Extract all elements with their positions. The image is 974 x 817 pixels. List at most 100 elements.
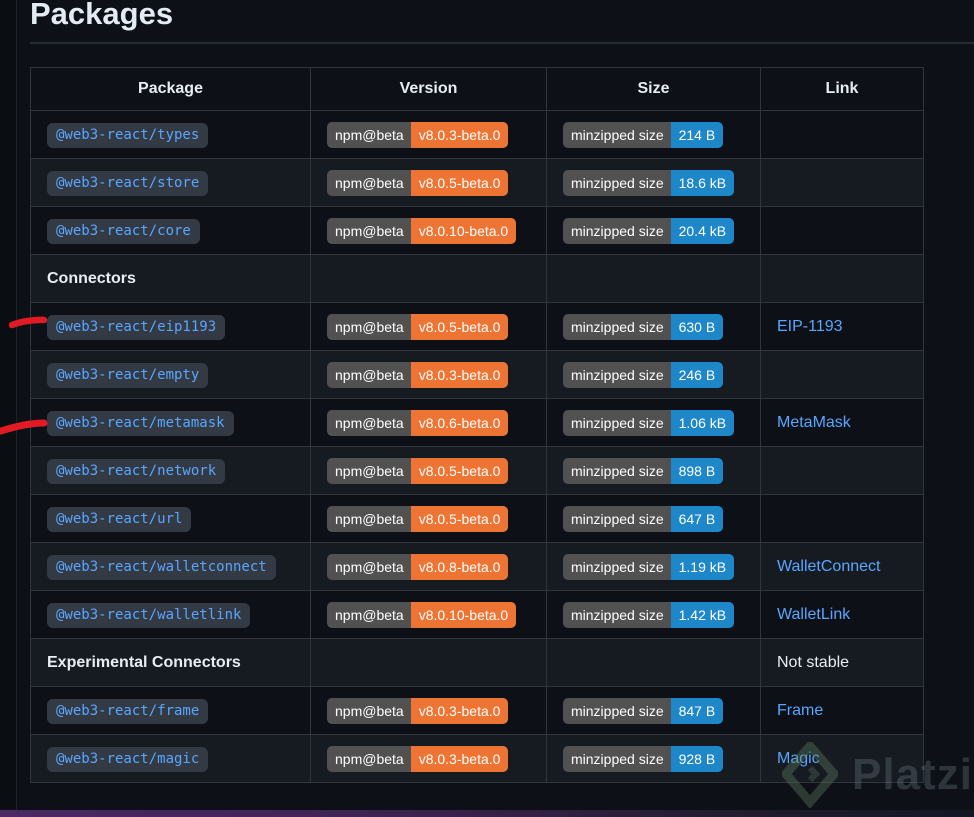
npm-version-badge[interactable]: npm@beta v8.0.8-beta.0	[327, 553, 509, 580]
package-name-code-link[interactable]: @web3-react/magic	[47, 746, 209, 772]
version-cell: npm@beta v8.0.5-beta.0	[310, 446, 547, 495]
section-row: Connectors	[30, 254, 924, 303]
package-name-code-link[interactable]: @web3-react/core	[47, 218, 200, 244]
package-cell: @web3-react/walletconnect	[30, 542, 311, 591]
link-cell: EIP-1193	[760, 302, 924, 351]
package-name-code-link[interactable]: @web3-react/types	[47, 122, 209, 148]
empty-version-cell	[310, 638, 547, 687]
npm-version-badge[interactable]: npm@beta v8.0.5-beta.0	[327, 457, 509, 484]
size-cell: minzipped size 847 B	[546, 686, 761, 735]
minzipped-size-badge[interactable]: minzipped size 18.6 kB	[563, 169, 735, 196]
version-cell: npm@beta v8.0.3-beta.0	[310, 686, 547, 735]
section-title: Connectors	[47, 269, 136, 287]
minzipped-size-badge[interactable]: minzipped size 20.4 kB	[563, 217, 735, 244]
package-doc-link[interactable]: Magic	[777, 750, 820, 767]
size-badge-label: minzipped size	[563, 169, 671, 196]
package-row: @web3-react/core npm@beta v8.0.10-beta.0 mi…	[30, 206, 924, 255]
package-cell: @web3-react/walletlink	[30, 590, 311, 639]
minzipped-size-badge[interactable]: minzipped size 847 B	[563, 697, 724, 724]
package-name-code-link[interactable]: @web3-react/eip1193	[47, 314, 226, 340]
package-row: @web3-react/network npm@beta v8.0.5-beta.0…	[30, 446, 924, 495]
npm-version-badge[interactable]: npm@beta v8.0.3-beta.0	[327, 745, 509, 772]
size-cell: minzipped size 1.19 kB	[546, 542, 761, 591]
package-name-code-link[interactable]: @web3-react/walletconnect	[47, 554, 276, 580]
npm-badge-value: v8.0.5-beta.0	[410, 313, 509, 340]
package-name-code-link[interactable]: @web3-react/url	[47, 506, 192, 532]
package-cell: @web3-react/magic	[30, 734, 311, 783]
table-header-row: Package Version Size Link	[30, 67, 924, 111]
size-badge-value: 20.4 kB	[670, 217, 735, 244]
version-cell: npm@beta v8.0.5-beta.0	[310, 158, 547, 207]
packages-table: Package Version Size Link @web3-react/types…	[30, 67, 924, 783]
npm-version-badge[interactable]: npm@beta v8.0.10-beta.0	[327, 217, 517, 244]
size-badge-label: minzipped size	[563, 601, 671, 628]
link-cell	[760, 350, 924, 399]
package-doc-link[interactable]: EIP-1193	[777, 318, 843, 335]
minzipped-size-badge[interactable]: minzipped size 246 B	[563, 361, 724, 388]
minzipped-size-badge[interactable]: minzipped size 1.19 kB	[563, 553, 735, 580]
size-badge-value: 898 B	[670, 457, 724, 484]
npm-version-badge[interactable]: npm@beta v8.0.6-beta.0	[327, 409, 509, 436]
minzipped-size-badge[interactable]: minzipped size 647 B	[563, 505, 724, 532]
size-badge-value: 246 B	[670, 361, 724, 388]
package-row: @web3-react/magic npm@beta v8.0.3-beta.0 mi…	[30, 734, 924, 783]
package-cell: @web3-react/frame	[30, 686, 311, 735]
size-cell: minzipped size 246 B	[546, 350, 761, 399]
npm-version-badge[interactable]: npm@beta v8.0.3-beta.0	[327, 121, 509, 148]
npm-badge-label: npm@beta	[327, 313, 411, 340]
npm-badge-label: npm@beta	[327, 361, 411, 388]
minzipped-size-badge[interactable]: minzipped size 1.42 kB	[563, 601, 735, 628]
package-doc-link[interactable]: MetaMask	[777, 414, 851, 431]
size-badge-value: 214 B	[670, 121, 724, 148]
minzipped-size-badge[interactable]: minzipped size 630 B	[563, 313, 724, 340]
package-row: @web3-react/url npm@beta v8.0.5-beta.0 minz…	[30, 494, 924, 543]
version-cell: npm@beta v8.0.8-beta.0	[310, 542, 547, 591]
npm-badge-value: v8.0.5-beta.0	[410, 457, 509, 484]
npm-badge-value: v8.0.5-beta.0	[410, 505, 509, 532]
size-badge-label: minzipped size	[563, 553, 671, 580]
link-cell	[760, 110, 924, 159]
npm-badge-value: v8.0.3-beta.0	[410, 121, 509, 148]
npm-badge-value: v8.0.8-beta.0	[410, 553, 509, 580]
column-header-version: Version	[310, 67, 547, 111]
size-badge-value: 647 B	[670, 505, 724, 532]
size-badge-label: minzipped size	[563, 457, 671, 484]
version-cell: npm@beta v8.0.10-beta.0	[310, 590, 547, 639]
minzipped-size-badge[interactable]: minzipped size 928 B	[563, 745, 724, 772]
npm-version-badge[interactable]: npm@beta v8.0.10-beta.0	[327, 601, 517, 628]
package-cell: @web3-react/eip1193	[30, 302, 311, 351]
npm-version-badge[interactable]: npm@beta v8.0.5-beta.0	[327, 505, 509, 532]
npm-version-badge[interactable]: npm@beta v8.0.3-beta.0	[327, 361, 509, 388]
section-label-cell: Connectors	[30, 254, 311, 303]
package-name-code-link[interactable]: @web3-react/metamask	[47, 410, 234, 436]
minzipped-size-badge[interactable]: minzipped size 1.06 kB	[563, 409, 735, 436]
npm-badge-value: v8.0.5-beta.0	[410, 169, 509, 196]
bottom-window-edge-bar	[0, 810, 974, 817]
package-row: @web3-react/types npm@beta v8.0.3-beta.0 mi…	[30, 110, 924, 159]
size-badge-value: 1.42 kB	[670, 601, 735, 628]
size-cell: minzipped size 630 B	[546, 302, 761, 351]
package-name-code-link[interactable]: @web3-react/empty	[47, 362, 209, 388]
package-name-code-link[interactable]: @web3-react/network	[47, 458, 226, 484]
package-doc-link[interactable]: WalletConnect	[777, 558, 880, 575]
size-cell: minzipped size 20.4 kB	[546, 206, 761, 255]
version-cell: npm@beta v8.0.3-beta.0	[310, 734, 547, 783]
npm-version-badge[interactable]: npm@beta v8.0.3-beta.0	[327, 697, 509, 724]
package-name-code-link[interactable]: @web3-react/walletlink	[47, 602, 251, 628]
npm-badge-label: npm@beta	[327, 553, 411, 580]
npm-version-badge[interactable]: npm@beta v8.0.5-beta.0	[327, 169, 509, 196]
size-cell: minzipped size 898 B	[546, 446, 761, 495]
link-cell	[760, 494, 924, 543]
npm-version-badge[interactable]: npm@beta v8.0.5-beta.0	[327, 313, 509, 340]
package-name-code-link[interactable]: @web3-react/store	[47, 170, 209, 196]
npm-badge-value: v8.0.10-beta.0	[410, 217, 517, 244]
minzipped-size-badge[interactable]: minzipped size 214 B	[563, 121, 724, 148]
empty-version-cell	[310, 254, 547, 303]
package-name-code-link[interactable]: @web3-react/frame	[47, 698, 209, 724]
link-cell: WalletConnect	[760, 542, 924, 591]
package-doc-link[interactable]: Frame	[777, 702, 823, 719]
package-doc-link[interactable]: WalletLink	[777, 606, 850, 623]
npm-badge-value: v8.0.6-beta.0	[410, 409, 509, 436]
size-cell: minzipped size 928 B	[546, 734, 761, 783]
minzipped-size-badge[interactable]: minzipped size 898 B	[563, 457, 724, 484]
